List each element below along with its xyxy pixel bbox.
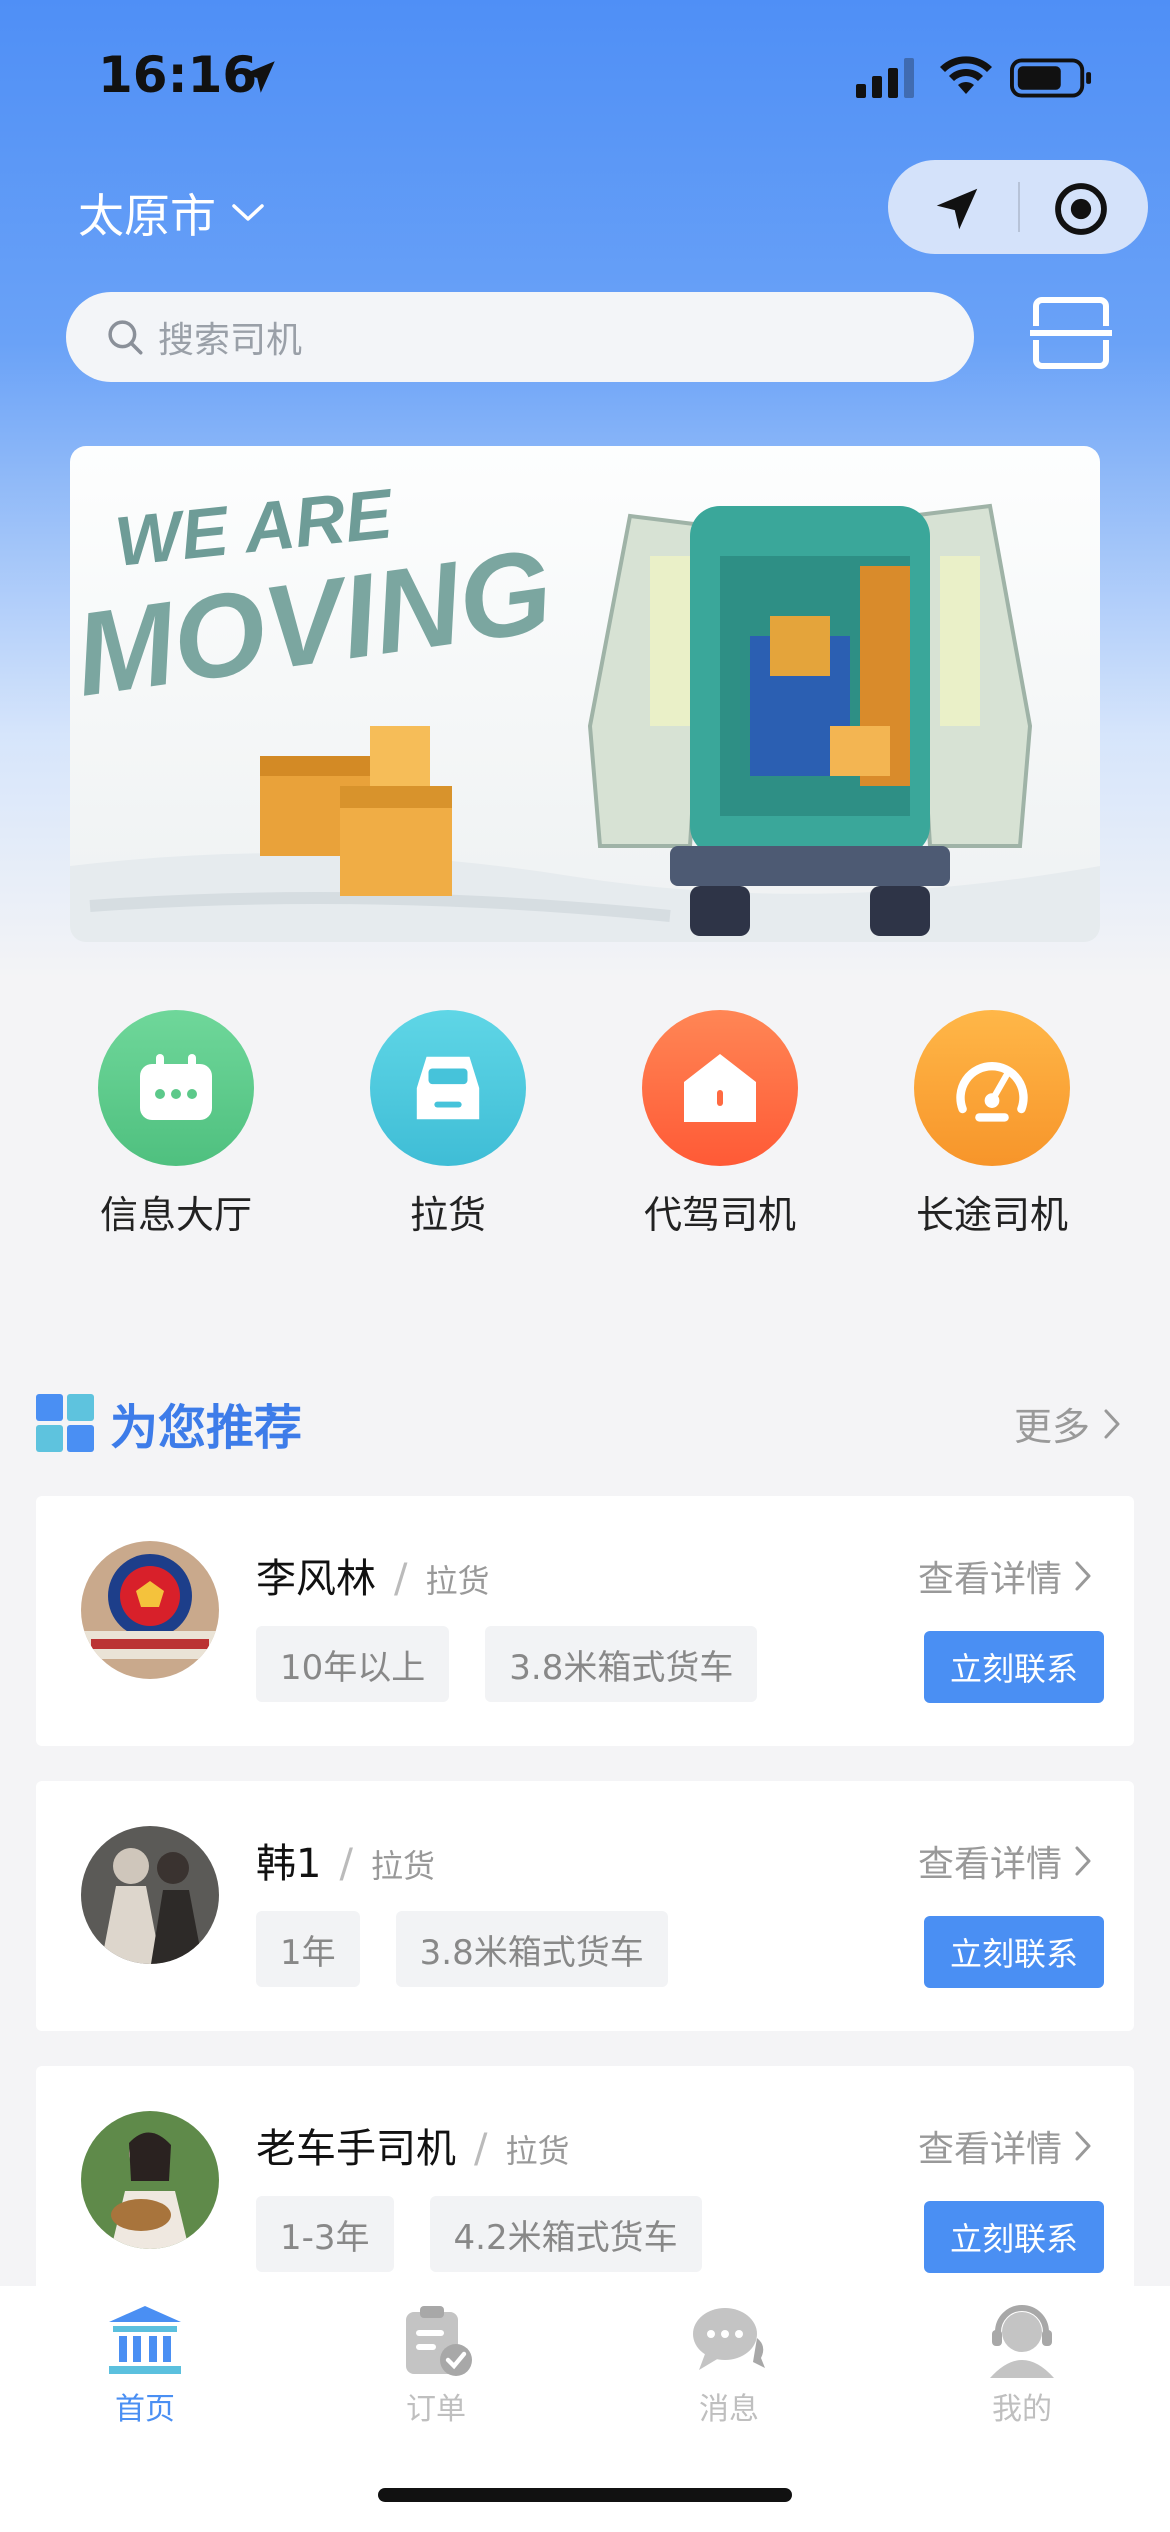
experience-tag: 1年 [256,1911,360,1987]
search-icon [108,320,143,355]
speedometer-icon [914,1010,1070,1166]
driver-card[interactable]: 李风林 / 拉货 10年以上 3.8米箱式货车 查看详情 立刻联系 [36,1496,1134,1746]
view-details-label: 查看详情 [917,2129,1062,2170]
driver-name: 老车手司机 [256,2126,456,2172]
miniprogram-capsule [888,160,1148,254]
city-label: 太原市 [78,189,216,243]
avatar [81,1826,219,1964]
tab-orders[interactable]: 订单 [336,2302,536,2428]
bank-building-icon [109,2306,181,2374]
name-separator: / [474,2126,488,2172]
contact-now-button[interactable]: 立刻联系 [924,1631,1104,1703]
search-placeholder: 搜索司机 [158,320,303,361]
view-details-link[interactable]: 查看详情 [918,2120,1092,2172]
location-arrow-icon [243,61,275,93]
house-icon [642,1010,798,1166]
recommend-section-title: 为您推荐 [36,1388,302,1458]
driver-name: 韩1 [256,1841,322,1887]
clipboard-check-icon [406,2306,472,2376]
tab-label: 订单 [406,2392,466,2427]
battery-icon [1010,58,1092,98]
moving-illustration: WE ARE MOVING [70,474,1100,942]
car-icon [370,1010,526,1166]
view-details-label: 查看详情 [917,1559,1062,1600]
status-bar: 16:16 [0,0,1170,140]
driver-name-row: 李风林 / 拉货 [256,1546,490,1604]
tab-home[interactable]: 首页 [45,2302,245,2428]
view-details-link[interactable]: 查看详情 [918,1835,1092,1887]
status-time: 16:16 [98,46,258,104]
vehicle-tag: 3.8米箱式货车 [395,1911,668,1987]
view-details-label: 查看详情 [917,1844,1062,1885]
driver-category: 拉货 [505,2132,570,2170]
category-label: 拉货 [409,1193,486,1237]
promo-banner[interactable]: WE ARE MOVING [70,446,1100,942]
navigation-arrow-icon[interactable] [930,182,984,236]
van-illustration [587,503,1033,936]
driver-tags: 1年 3.8米箱式货车 [256,1911,704,1987]
category-label: 代驾司机 [643,1193,796,1237]
avatar [81,1541,219,1679]
capsule-divider [1018,182,1020,232]
more-link[interactable]: 更多 [1014,1396,1122,1451]
avatar [81,2111,219,2249]
name-separator: / [339,1841,353,1887]
chevron-right-icon [1104,1409,1120,1438]
chat-bubbles-icon [693,2308,765,2370]
more-label: 更多 [1013,1405,1090,1449]
section-title-text: 为您推荐 [110,1400,303,1456]
driver-name-row: 老车手司机 / 拉货 [256,2116,570,2174]
user-headset-icon [990,2305,1054,2378]
vehicle-tag: 4.2米箱式货车 [429,2196,702,2272]
driver-tags: 10年以上 3.8米箱式货车 [256,1626,793,1702]
driver-name-row: 韩1 / 拉货 [256,1831,435,1889]
calendar-icon [98,1010,254,1166]
tab-label: 我的 [992,2392,1052,2427]
chevron-right-icon [1075,1846,1091,1876]
search-bar[interactable]: 搜索司机 [66,292,974,382]
record-target-icon[interactable] [1052,180,1110,238]
driver-name: 李风林 [256,1556,376,1602]
driver-card[interactable]: 韩1 / 拉货 1年 3.8米箱式货车 查看详情 立刻联系 [36,1781,1134,2031]
tab-label: 消息 [699,2392,759,2427]
driver-category: 拉货 [370,1847,435,1885]
experience-tag: 1-3年 [256,2196,394,2272]
cellular-signal-icon [856,58,914,98]
driver-category: 拉货 [425,1562,490,1600]
scan-icon[interactable] [1030,296,1112,370]
contact-now-button[interactable]: 立刻联系 [924,1916,1104,1988]
contact-now-button[interactable]: 立刻联系 [924,2201,1104,2273]
category-info-hall[interactable]: 信息大厅 [56,1010,296,1239]
category-label: 长途司机 [915,1193,1068,1237]
category-label: 信息大厅 [99,1193,252,1237]
chevron-down-icon [232,204,264,221]
tab-messages[interactable]: 消息 [629,2302,829,2428]
home-indicator [378,2488,792,2502]
category-long-haul-driver[interactable]: 长途司机 [872,1010,1112,1239]
tab-profile[interactable]: 我的 [922,2302,1122,2428]
tab-label: 首页 [115,2392,175,2427]
category-menu: 信息大厅 拉货 代驾司机 长途司机 [0,1010,1170,1250]
view-details-link[interactable]: 查看详情 [918,1550,1092,1602]
category-freight[interactable]: 拉货 [328,1010,568,1239]
driver-card[interactable]: 老车手司机 / 拉货 1-3年 4.2米箱式货车 查看详情 立刻联系 [36,2066,1134,2316]
driver-tags: 1-3年 4.2米箱式货车 [256,2196,738,2272]
vehicle-tag: 3.8米箱式货车 [485,1626,758,1702]
category-designated-driver[interactable]: 代驾司机 [600,1010,840,1239]
wifi-icon [940,56,992,94]
grid-squares-icon [36,1394,94,1452]
city-selector[interactable]: 太原市 [78,180,266,246]
chevron-right-icon [1075,2131,1091,2161]
experience-tag: 10年以上 [256,1626,450,1702]
name-separator: / [394,1556,408,1602]
chevron-right-icon [1075,1561,1091,1591]
